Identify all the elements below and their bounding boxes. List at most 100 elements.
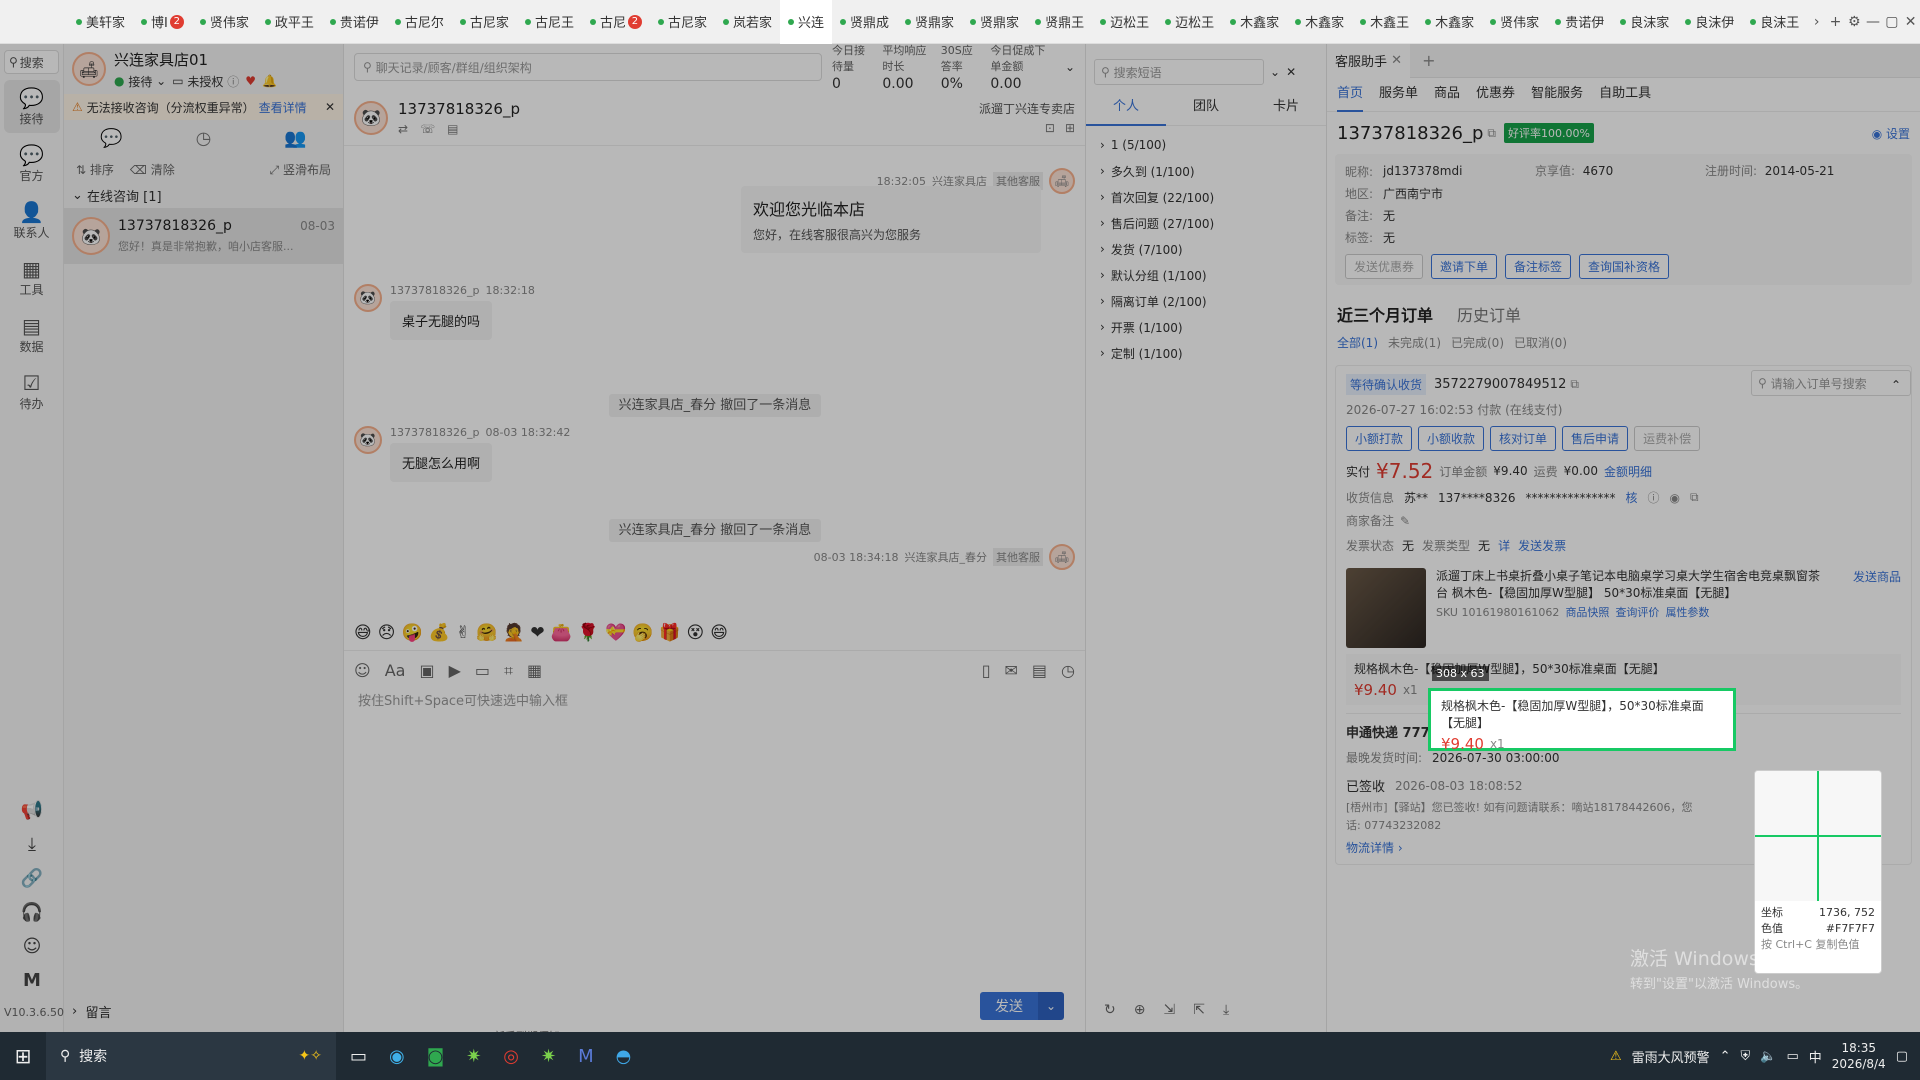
tab-store[interactable]: 博Ⅰ 2 — [133, 0, 192, 44]
ime-indicator[interactable]: 中 — [1809, 1047, 1822, 1066]
coupon-icon[interactable]: ✉ — [1005, 661, 1018, 680]
emoji-icon[interactable]: 🎁 — [659, 623, 680, 643]
message-icon[interactable]: ▤ — [1032, 661, 1047, 680]
sku-link[interactable]: 属性参数 — [1665, 604, 1709, 620]
rail-item[interactable]: ▤ 数据 — [4, 308, 60, 361]
order-action-button[interactable]: 售后申请 — [1562, 426, 1629, 451]
phrase-tab[interactable]: 个人 — [1086, 90, 1166, 126]
settings-link[interactable]: ◉ 设置 — [1872, 125, 1910, 142]
headset-icon[interactable]: 🎧 — [0, 902, 64, 936]
message-input[interactable]: 按住Shift+Space可快速选中输入框 — [344, 690, 1085, 990]
invoice-detail-link[interactable]: 详 — [1498, 537, 1510, 554]
phrase-tab[interactable]: 卡片 — [1246, 90, 1326, 126]
amount-detail-link[interactable]: 金额明细 — [1604, 463, 1652, 480]
emoji-icon[interactable]: 🥱 — [632, 623, 653, 643]
emoji-icon[interactable]: 😵 — [687, 623, 705, 643]
export-icon[interactable]: ⇱ — [1193, 1002, 1205, 1018]
chevron-down-icon[interactable]: ⌄ — [1038, 992, 1064, 1020]
layout-button[interactable]: ⤢ 竖滑布局 — [270, 161, 331, 178]
video-icon[interactable]: ▶ — [449, 661, 461, 680]
tab-store[interactable]: 迈松王 — [1157, 0, 1222, 44]
bell-icon[interactable]: 🔔 — [262, 74, 277, 88]
taskbar-search[interactable]: ⚲ 搜索 ✦✧ — [46, 1032, 336, 1080]
session-item[interactable]: 🐼 13737818326_p 08-03 您好！真是非常抱歉，咱小店客服... — [64, 208, 343, 264]
tab-store[interactable]: 兴连 — [780, 0, 833, 44]
heart-icon[interactable]: ♥ — [245, 74, 256, 88]
tab-store[interactable]: 良沫伊 — [1677, 0, 1742, 44]
order-tab[interactable]: 近三个月订单 — [1337, 302, 1433, 326]
notification-icon[interactable]: ▢ — [1896, 1049, 1908, 1064]
tab-store[interactable]: 岚若家 — [715, 0, 780, 44]
m-logo-icon[interactable]: M — [0, 970, 64, 1004]
tab-store[interactable]: 政平王 — [257, 0, 322, 44]
rail-item[interactable]: 👤 联系人 — [4, 194, 60, 247]
chevron-up-icon[interactable]: ⌃ — [1720, 1049, 1731, 1064]
assistant-nav-tab[interactable]: 优惠券 — [1476, 78, 1515, 112]
sku-link[interactable]: 商品快照 — [1565, 604, 1609, 620]
tab-store[interactable]: 迈松王 — [1092, 0, 1157, 44]
order-filter[interactable]: 全部(1) — [1337, 334, 1378, 351]
tab-store[interactable]: 木鑫王 — [1352, 0, 1417, 44]
tab-store[interactable]: 贤鼎家 — [897, 0, 962, 44]
add-tab-icon[interactable]: + — [1422, 51, 1435, 70]
network-icon[interactable]: ▭ — [1786, 1049, 1798, 1064]
download-icon[interactable]: ⤓ — [0, 834, 64, 868]
settings-icon[interactable]: ⚙ — [1845, 14, 1864, 30]
phrase-group[interactable]: › 开票 (1/100) — [1086, 314, 1326, 340]
tab-store[interactable]: 木鑫家 — [1287, 0, 1352, 44]
crop-icon[interactable]: ⌗ — [504, 661, 513, 681]
download-icon[interactable]: ⤓ — [1223, 1002, 1229, 1018]
edit-icon[interactable]: ✎ — [1400, 514, 1410, 528]
close-icon[interactable]: ✕ — [325, 100, 335, 114]
close-icon[interactable]: ✕ — [1901, 14, 1920, 30]
maximize-icon[interactable]: ▢ — [1882, 14, 1901, 30]
tab-store[interactable]: 贤伟家 — [192, 0, 257, 44]
phrase-group[interactable]: › 发货 (7/100) — [1086, 236, 1326, 262]
minimize-icon[interactable]: — — [1864, 14, 1883, 30]
windows-start-icon[interactable]: ⊞ — [0, 1044, 46, 1068]
link-icon[interactable]: 🔗 — [0, 868, 64, 902]
order-tab[interactable]: 历史订单 — [1457, 302, 1521, 326]
order-action-button[interactable]: 小额收款 — [1418, 426, 1485, 451]
emoji-icon[interactable]: 🌹 — [578, 623, 599, 643]
emoji-icon[interactable]: 👛 — [551, 623, 572, 643]
tab-store[interactable]: 古尼家 — [650, 0, 715, 44]
emoji-icon[interactable]: 😅 — [354, 623, 372, 643]
add-tab-icon[interactable]: + — [1826, 14, 1845, 30]
image-icon[interactable]: ▣ — [419, 661, 434, 680]
sku-link[interactable]: 查询评价 — [1615, 604, 1659, 620]
clock-icon[interactable]: ◷ — [196, 128, 212, 149]
phone-icon[interactable]: ☏ — [420, 122, 435, 136]
transfer-icon[interactable]: ⇄ — [398, 122, 408, 136]
help-icon[interactable]: ⓘ — [1648, 489, 1660, 506]
calculator-icon[interactable]: ▦ — [527, 661, 542, 680]
send-invoice-link[interactable]: 发送发票 — [1518, 537, 1566, 554]
chevron-up-icon[interactable]: ⌃ — [1891, 378, 1901, 392]
tab-store[interactable]: 贤鼎成 — [832, 0, 897, 44]
online-status[interactable]: ● 接待 ⌄ — [114, 73, 166, 90]
assistant-nav-tab[interactable]: 服务单 — [1379, 78, 1418, 112]
clock[interactable]: 18:35 2026/8/4 — [1832, 1040, 1886, 1072]
import-icon[interactable]: ⇲ — [1163, 1002, 1175, 1018]
tab-store[interactable]: 良沫家 — [1612, 0, 1677, 44]
app-m-icon[interactable]: M — [578, 1046, 594, 1067]
copy-icon[interactable]: ⧉ — [1487, 126, 1496, 141]
app-green-icon[interactable]: ✷ — [541, 1046, 556, 1067]
tab-store[interactable]: 古尼 2 — [582, 0, 650, 44]
assistant-nav-tab[interactable]: 首页 — [1337, 78, 1364, 112]
leave-message[interactable]: › 留言 — [72, 1002, 111, 1021]
emoji-icon[interactable]: 😄 — [710, 623, 728, 643]
copy-icon[interactable]: ⧉ — [1690, 490, 1699, 505]
order-filter[interactable]: 未完成(1) — [1388, 334, 1441, 351]
refresh-icon[interactable]: ↻ — [1104, 1002, 1116, 1018]
bookmark-icon[interactable]: ⊡ — [1045, 121, 1055, 135]
global-search[interactable]: ⚲ 聊天记录/顾客/群组/组织架构 — [354, 53, 822, 81]
close-icon[interactable]: ✕ — [1286, 65, 1296, 79]
emoji-icon[interactable]: 🤪 — [401, 623, 422, 643]
rail-item[interactable]: 💬 接待 — [3, 80, 60, 133]
assistant-nav-tab[interactable]: 自助工具 — [1599, 78, 1651, 112]
note-icon[interactable]: ▤ — [447, 122, 458, 136]
emoji-icon[interactable]: 🤗 — [476, 623, 497, 643]
folder-icon[interactable]: ▭ — [475, 661, 490, 680]
tab-store[interactable]: 美轩家 — [68, 0, 133, 44]
